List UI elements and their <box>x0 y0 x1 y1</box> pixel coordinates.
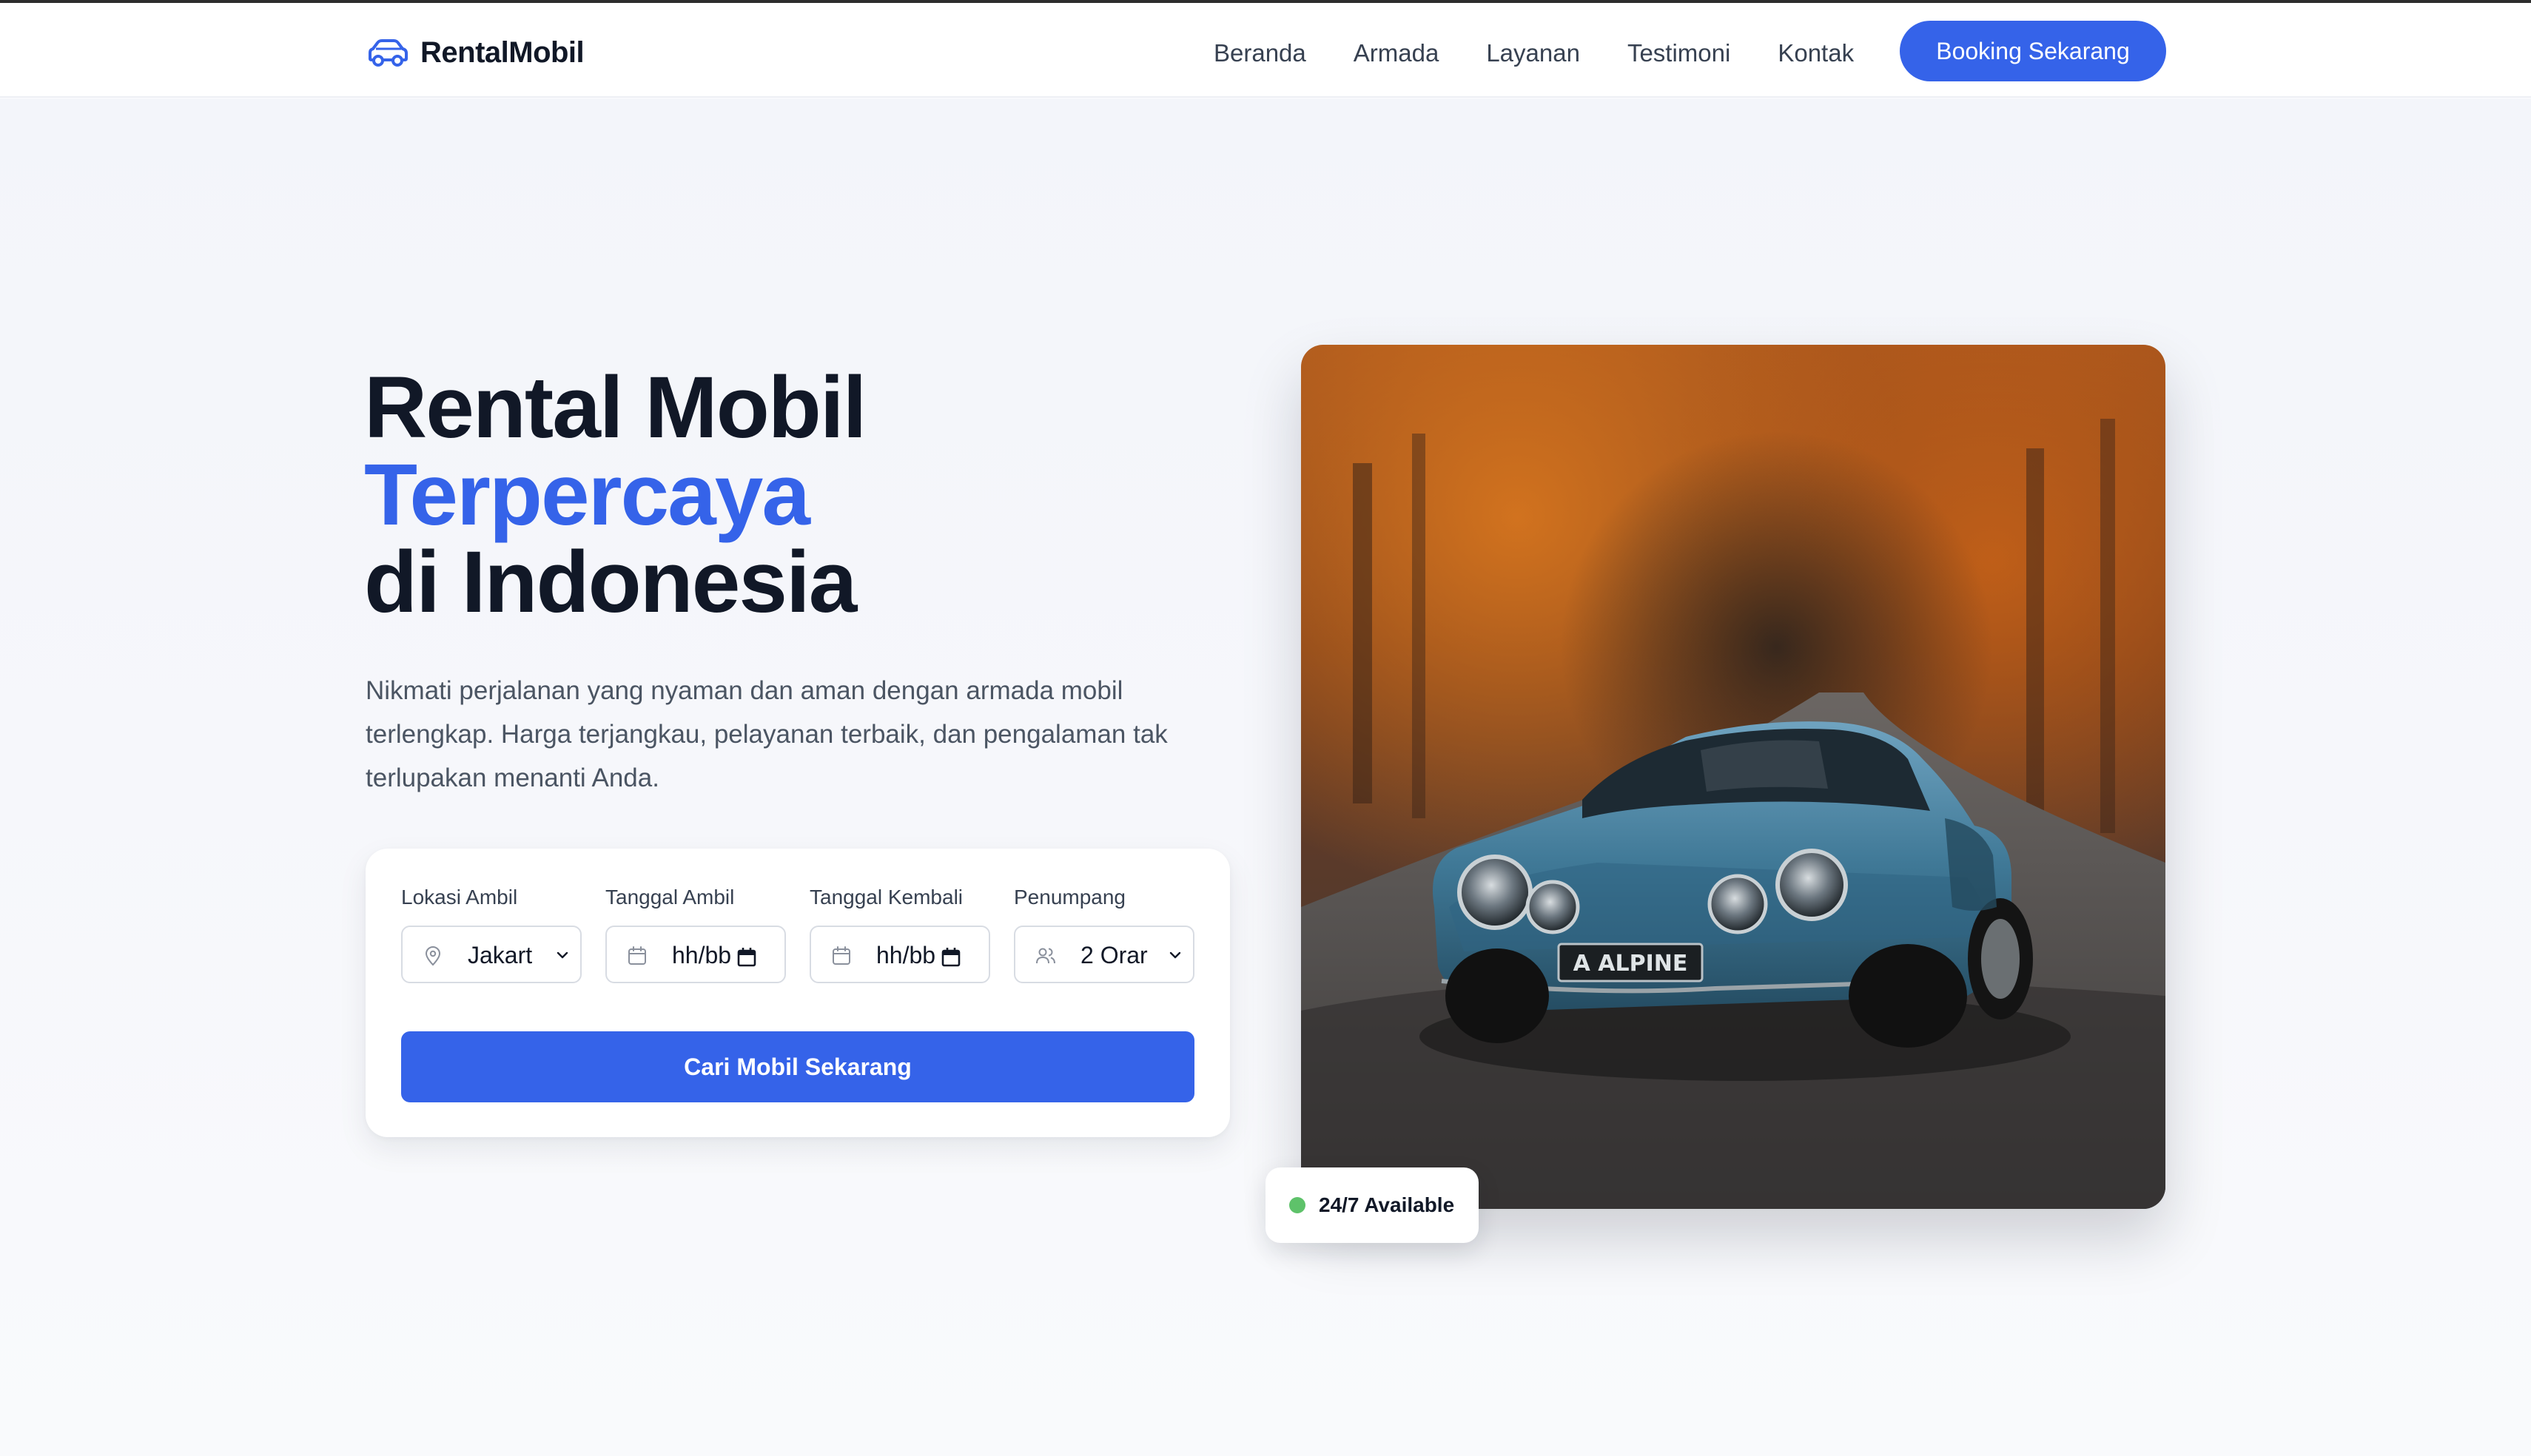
status-dot <box>1289 1197 1305 1213</box>
availability-text: 24/7 Available <box>1319 1193 1455 1216</box>
pickup-location-value: Jakart <box>468 942 533 968</box>
hero-title-line-3: di Indonesia <box>364 533 857 631</box>
hero-title: Rental Mobil Terpercaya di Indonesia <box>364 364 1252 626</box>
hero-description: Nikmati perjalanan yang nyaman dan aman … <box>366 676 1168 792</box>
search-cars-button[interactable]: Cari Mobil Sekarang <box>401 1031 1194 1102</box>
brand-name: RentalMobil <box>420 36 585 69</box>
nav-link-armada[interactable]: Armada <box>1354 36 1439 71</box>
availability-badge: 24/7 Available <box>1266 1167 1479 1243</box>
pickup-location-select[interactable]: Jakart <box>401 926 582 983</box>
navbar: RentalMobil Beranda Armada Layanan Testi… <box>0 3 2531 98</box>
calendar-picker-icon[interactable] <box>940 946 962 968</box>
nav-link-layanan[interactable]: Layanan <box>1486 36 1580 71</box>
users-icon <box>1036 948 1055 964</box>
passengers-label: Penumpang <box>1014 886 1126 909</box>
return-date-label: Tanggal Kembali <box>810 886 964 909</box>
nav-link-testimoni[interactable]: Testimoni <box>1627 36 1730 71</box>
pickup-location-label: Lokasi Ambil <box>401 886 518 909</box>
hero-title-highlight: Terpercaya <box>364 446 810 544</box>
main-nav: Beranda Armada Layanan Testimoni Kontak <box>1214 36 1854 71</box>
return-date-input[interactable]: hh/bb <box>810 926 990 983</box>
return-date-value: hh/bb <box>876 942 936 968</box>
pickup-date-value: hh/bb <box>672 942 732 968</box>
return-date-field: Tanggal Kembali hh/bb <box>810 884 990 983</box>
passengers-value: 2 Orar <box>1080 942 1148 968</box>
hero-title-line-1: Rental Mobil <box>364 359 867 456</box>
calendar-picker-icon[interactable] <box>736 946 758 968</box>
chevron-down-icon <box>1169 951 1181 959</box>
passengers-select[interactable]: 2 Orar <box>1014 926 1194 983</box>
pickup-date-input[interactable]: hh/bb <box>605 926 786 983</box>
search-form: Lokasi Ambil Jakart Tanggal Ambil hh/bb <box>366 849 1230 1137</box>
nav-link-kontak[interactable]: Kontak <box>1778 36 1854 71</box>
car-icon <box>369 39 408 67</box>
calendar-icon <box>833 946 850 965</box>
map-pin-icon <box>425 946 441 966</box>
pickup-location-field: Lokasi Ambil Jakart <box>401 884 582 983</box>
svg-text:A ALPINE: A ALPINE <box>1573 951 1688 977</box>
pickup-date-field: Tanggal Ambil hh/bb <box>605 884 786 983</box>
calendar-icon <box>628 946 646 965</box>
passengers-field: Penumpang 2 Orar <box>1014 884 1194 983</box>
hero-car-image: A ALPINE <box>1301 345 2165 1209</box>
brand[interactable]: RentalMobil <box>366 34 585 71</box>
chevron-down-icon <box>557 951 568 959</box>
pickup-date-label: Tanggal Ambil <box>605 886 735 909</box>
nav-link-beranda[interactable]: Beranda <box>1214 36 1306 71</box>
booking-button[interactable]: Booking Sekarang <box>1900 21 2166 81</box>
